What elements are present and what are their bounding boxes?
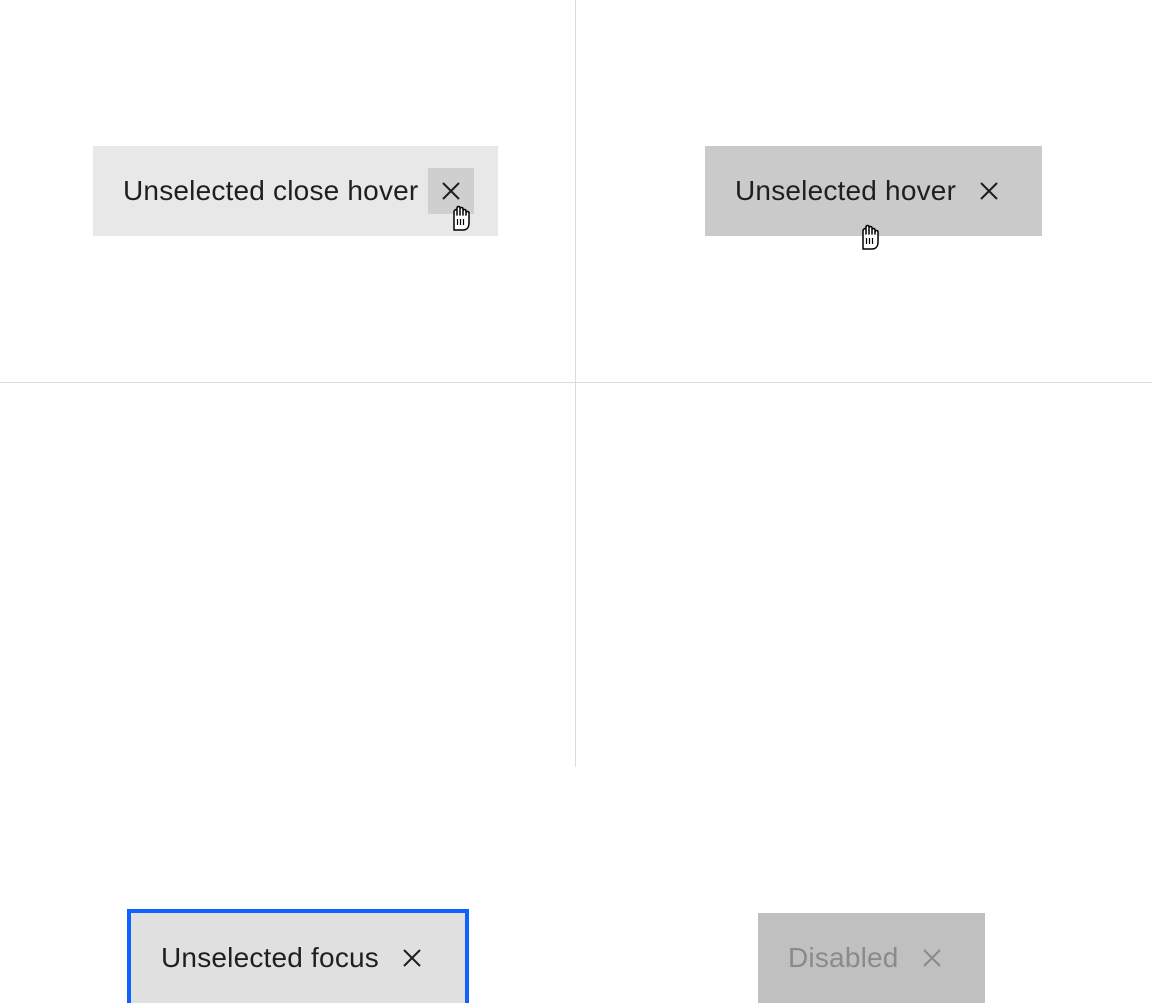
tag-label: Disabled (758, 942, 909, 974)
pointer-cursor-icon (854, 219, 884, 253)
close-icon (441, 181, 461, 201)
cell-focus: Unselected focus (0, 383, 576, 767)
close-icon (922, 948, 942, 968)
close-icon (979, 181, 999, 201)
tag-label: Unselected hover (705, 175, 966, 207)
close-button (909, 935, 955, 981)
close-button[interactable] (389, 935, 435, 981)
tag-disabled: Disabled (758, 913, 985, 1003)
tag-label: Unselected close hover (93, 175, 428, 207)
pointer-cursor-icon (445, 200, 475, 234)
tag-close-hover[interactable]: Unselected close hover (93, 146, 498, 236)
cell-disabled: Disabled (576, 383, 1152, 767)
close-button[interactable] (966, 168, 1012, 214)
states-grid: Unselected close hover Unselected hover (0, 0, 1152, 767)
tag-focus[interactable]: Unselected focus (131, 913, 465, 1003)
cell-hover: Unselected hover (576, 0, 1152, 383)
cell-close-hover: Unselected close hover (0, 0, 576, 383)
close-icon (402, 948, 422, 968)
tag-label: Unselected focus (131, 942, 389, 974)
